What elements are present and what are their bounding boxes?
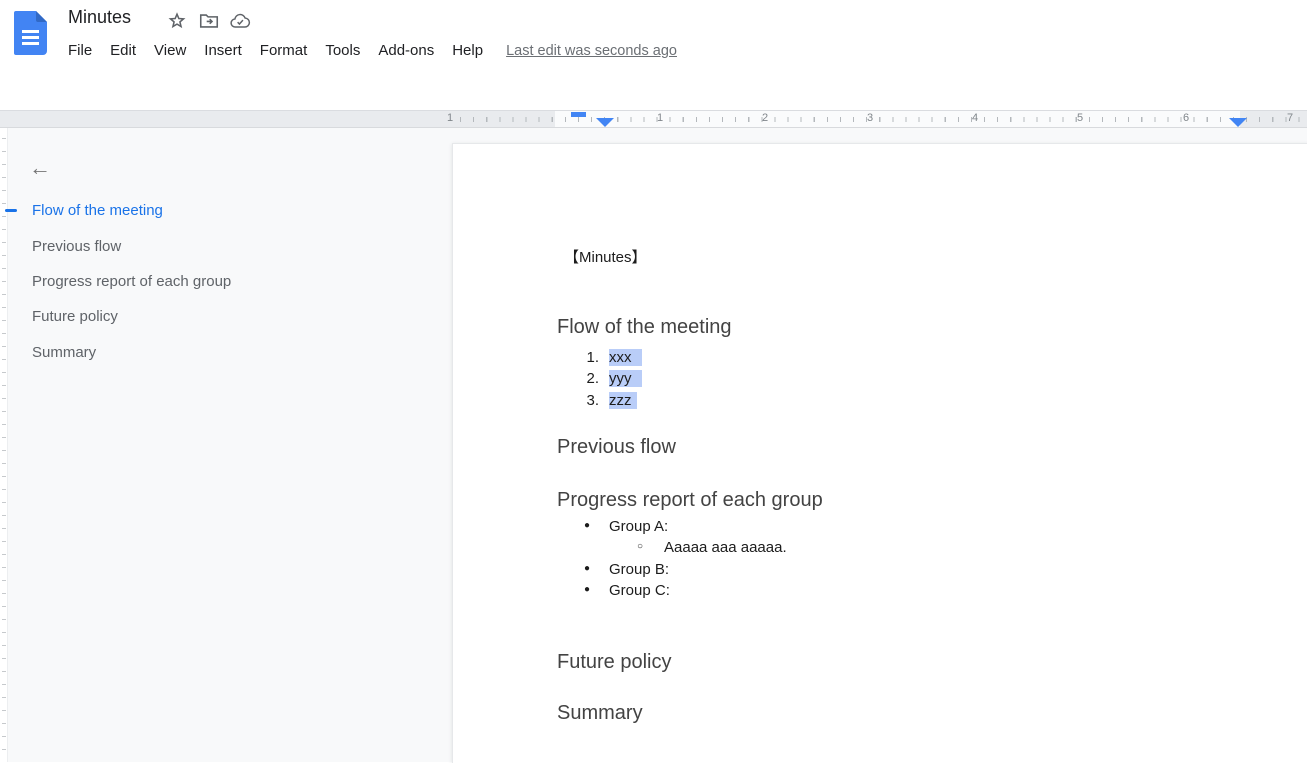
menu-addons[interactable]: Add-ons [369, 40, 443, 61]
outline-item-previous[interactable]: Previous flow [32, 237, 121, 257]
outline-item-flow[interactable]: Flow of the meeting [32, 201, 163, 221]
horizontal-ruler[interactable]: 1 1 2 3 4 5 6 7 [0, 110, 1307, 128]
list-item[interactable]: ● Group C: [453, 582, 1307, 603]
left-indent-marker[interactable] [596, 118, 614, 127]
selected-text[interactable]: xxx [609, 349, 642, 366]
menu-bar: File Edit View Insert Format Tools Add-o… [59, 40, 677, 61]
menu-help[interactable]: Help [443, 40, 492, 61]
toolbar: 100% Normal text Arial − 11 + B I U A [0, 66, 1307, 110]
menu-format[interactable]: Format [251, 40, 317, 61]
doc-heading-future[interactable]: Future policy [557, 649, 672, 675]
list-item[interactable]: ● Group A: [453, 518, 1307, 539]
main-area: ← Flow of the meeting Previous flow Prog… [0, 128, 1307, 762]
document-title[interactable]: Minutes [68, 7, 131, 28]
menu-edit[interactable]: Edit [101, 40, 145, 61]
move-to-folder-icon[interactable] [198, 10, 220, 32]
ruler-number: 6 [1180, 112, 1192, 124]
list-text[interactable]: Group C: [609, 582, 670, 599]
bullet-glyph: ○ [637, 541, 651, 552]
doc-paragraph-intro[interactable]: 【Minutes】 [564, 248, 647, 268]
outline-item-summary[interactable]: Summary [32, 343, 96, 363]
back-arrow-icon: ← [29, 155, 51, 181]
list-item[interactable]: 3. zzz [453, 392, 1307, 413]
document-canvas: 【Minutes】 Flow of the meeting 1. xxx 2. … [450, 128, 1307, 762]
list-number: 1. [583, 349, 599, 366]
ruler-ticks [448, 117, 1307, 122]
ruler-number: 7 [1284, 112, 1296, 124]
outline-item-future[interactable]: Future policy [32, 307, 118, 327]
doc-heading-summary[interactable]: Summary [557, 700, 643, 726]
bullet-list: ● Group A: ○ Aaaaa aaa aaaaa. ● Group B:… [453, 518, 1307, 603]
menu-view[interactable]: View [145, 40, 195, 61]
list-item[interactable]: 2. yyy [453, 370, 1307, 391]
doc-heading-previous[interactable]: Previous flow [557, 434, 676, 460]
list-item[interactable]: ● Group B: [453, 561, 1307, 582]
ruler-number: 5 [1074, 112, 1086, 124]
right-indent-marker[interactable] [1229, 118, 1247, 127]
outline-item-progress[interactable]: Progress report of each group [32, 272, 231, 292]
bullet-glyph: ● [584, 520, 598, 531]
list-number: 2. [583, 370, 599, 387]
menu-tools[interactable]: Tools [316, 40, 369, 61]
list-text[interactable]: Group B: [609, 561, 669, 578]
bullet-glyph: ● [584, 563, 598, 574]
doc-heading-progress[interactable]: Progress report of each group [557, 487, 823, 513]
ruler-number: 1 [654, 112, 666, 124]
first-line-indent-marker[interactable] [571, 112, 586, 117]
ruler-number: 3 [864, 112, 876, 124]
star-icon[interactable] [166, 10, 188, 32]
numbered-list: 1. xxx 2. yyy 3. zzz [453, 349, 1307, 413]
list-text[interactable]: Group A: [609, 518, 668, 535]
close-outline-button[interactable]: ← [22, 150, 58, 186]
ruler-number: 1 [444, 112, 456, 124]
bullet-glyph: ● [584, 584, 598, 595]
active-outline-indicator [5, 209, 17, 212]
document-outline-panel: ← Flow of the meeting Previous flow Prog… [8, 128, 450, 762]
doc-heading-flow[interactable]: Flow of the meeting [557, 314, 732, 340]
document-page[interactable]: 【Minutes】 Flow of the meeting 1. xxx 2. … [452, 143, 1307, 763]
last-edit-link[interactable]: Last edit was seconds ago [506, 43, 677, 59]
selected-text[interactable]: zzz [609, 392, 637, 409]
selected-text[interactable]: yyy [609, 370, 642, 387]
cloud-saved-icon[interactable] [229, 10, 251, 32]
app-header: Minutes File Edit View Insert Format Too… [0, 0, 1307, 66]
list-item[interactable]: ○ Aaaaa aaa aaaaa. [453, 539, 1307, 560]
list-number: 3. [583, 392, 599, 409]
menu-file[interactable]: File [59, 40, 101, 61]
vertical-ruler [0, 128, 8, 762]
list-text[interactable]: Aaaaa aaa aaaaa. [664, 539, 787, 556]
ruler-number: 4 [969, 112, 981, 124]
ruler-number: 2 [759, 112, 771, 124]
google-docs-logo-icon[interactable] [14, 11, 47, 55]
list-item[interactable]: 1. xxx [453, 349, 1307, 370]
menu-insert[interactable]: Insert [195, 40, 251, 61]
